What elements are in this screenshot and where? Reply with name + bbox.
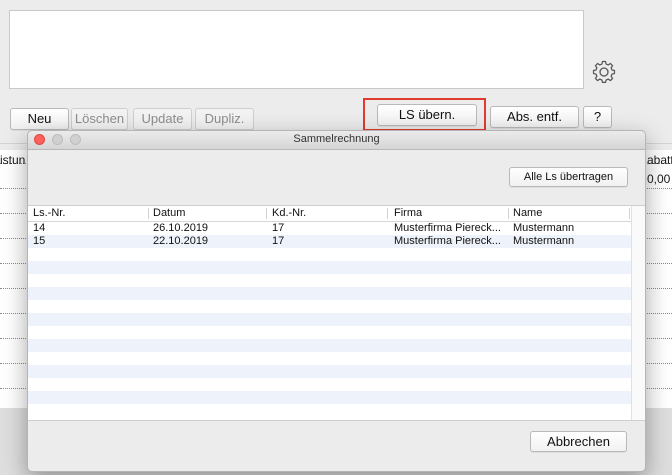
cell-datum: 26.10.2019 [153,222,209,234]
empty-row [28,391,631,404]
empty-row [28,248,631,261]
delete-button[interactable]: Löschen [71,108,128,130]
empty-row [28,365,631,378]
cell-datum: 22.10.2019 [153,235,209,247]
delivery-notes-table: Ls.-Nr. Datum Kd.-Nr. Firma Name 14 26.1… [28,205,645,421]
table-row[interactable]: 15 22.10.2019 17 Musterfirma Piereck... … [28,235,631,248]
column-header[interactable]: Datum [153,207,185,219]
empty-row [28,300,631,313]
table-cell: 0,00 [647,172,671,186]
empty-row [28,274,631,287]
cancel-button[interactable]: Abbrechen [530,431,627,452]
abs-entfernen-button[interactable]: Abs. entf. [490,106,579,128]
column-header[interactable]: Ls.-Nr. [33,207,65,219]
column-header: abatt [647,153,672,167]
sammelrechnung-dialog: Sammelrechnung Alle Ls übertragen Ls.-Nr… [27,130,646,472]
column-divider[interactable] [148,208,149,219]
empty-row [28,261,631,274]
title-bar: Sammelrechnung [28,131,645,150]
column-header[interactable]: Kd.-Nr. [272,207,306,219]
empty-row [28,404,631,417]
empty-row [28,313,631,326]
cell-kd-nr: 17 [272,222,285,234]
cell-ls-nr: 14 [33,222,46,234]
column-divider[interactable] [508,208,509,219]
cell-name: Mustermann [513,235,575,247]
vertical-scrollbar[interactable] [631,206,645,420]
empty-row [28,339,631,352]
column-divider[interactable] [387,208,388,219]
duplicate-button[interactable]: Dupliz. [195,108,254,130]
cell-ls-nr: 15 [33,235,46,247]
cell-name: Mustermann [513,222,575,234]
notes-textarea[interactable] [9,10,584,89]
help-button[interactable]: ? [583,106,612,128]
ls-uebernehmen-button[interactable]: LS übern. [377,104,477,126]
empty-row [28,326,631,339]
column-divider[interactable] [266,208,267,219]
empty-row [28,378,631,391]
empty-row [28,287,631,300]
empty-row [28,352,631,365]
new-button[interactable]: Neu [10,108,69,130]
table-row[interactable]: 14 26.10.2019 17 Musterfirma Piereck... … [28,222,631,235]
column-header[interactable]: Firma [394,207,422,219]
update-button[interactable]: Update [133,108,192,130]
transfer-all-button[interactable]: Alle Ls übertragen [509,167,628,187]
cell-firma: Musterfirma Piereck... [394,222,501,234]
cell-kd-nr: 17 [272,235,285,247]
dialog-title: Sammelrechnung [293,133,380,145]
column-divider[interactable] [629,208,630,219]
cell-firma: Musterfirma Piereck... [394,235,501,247]
column-header[interactable]: Name [513,207,542,219]
column-header: istun [0,153,26,167]
gear-icon[interactable] [591,59,617,85]
table-header: Ls.-Nr. Datum Kd.-Nr. Firma Name [28,206,631,222]
